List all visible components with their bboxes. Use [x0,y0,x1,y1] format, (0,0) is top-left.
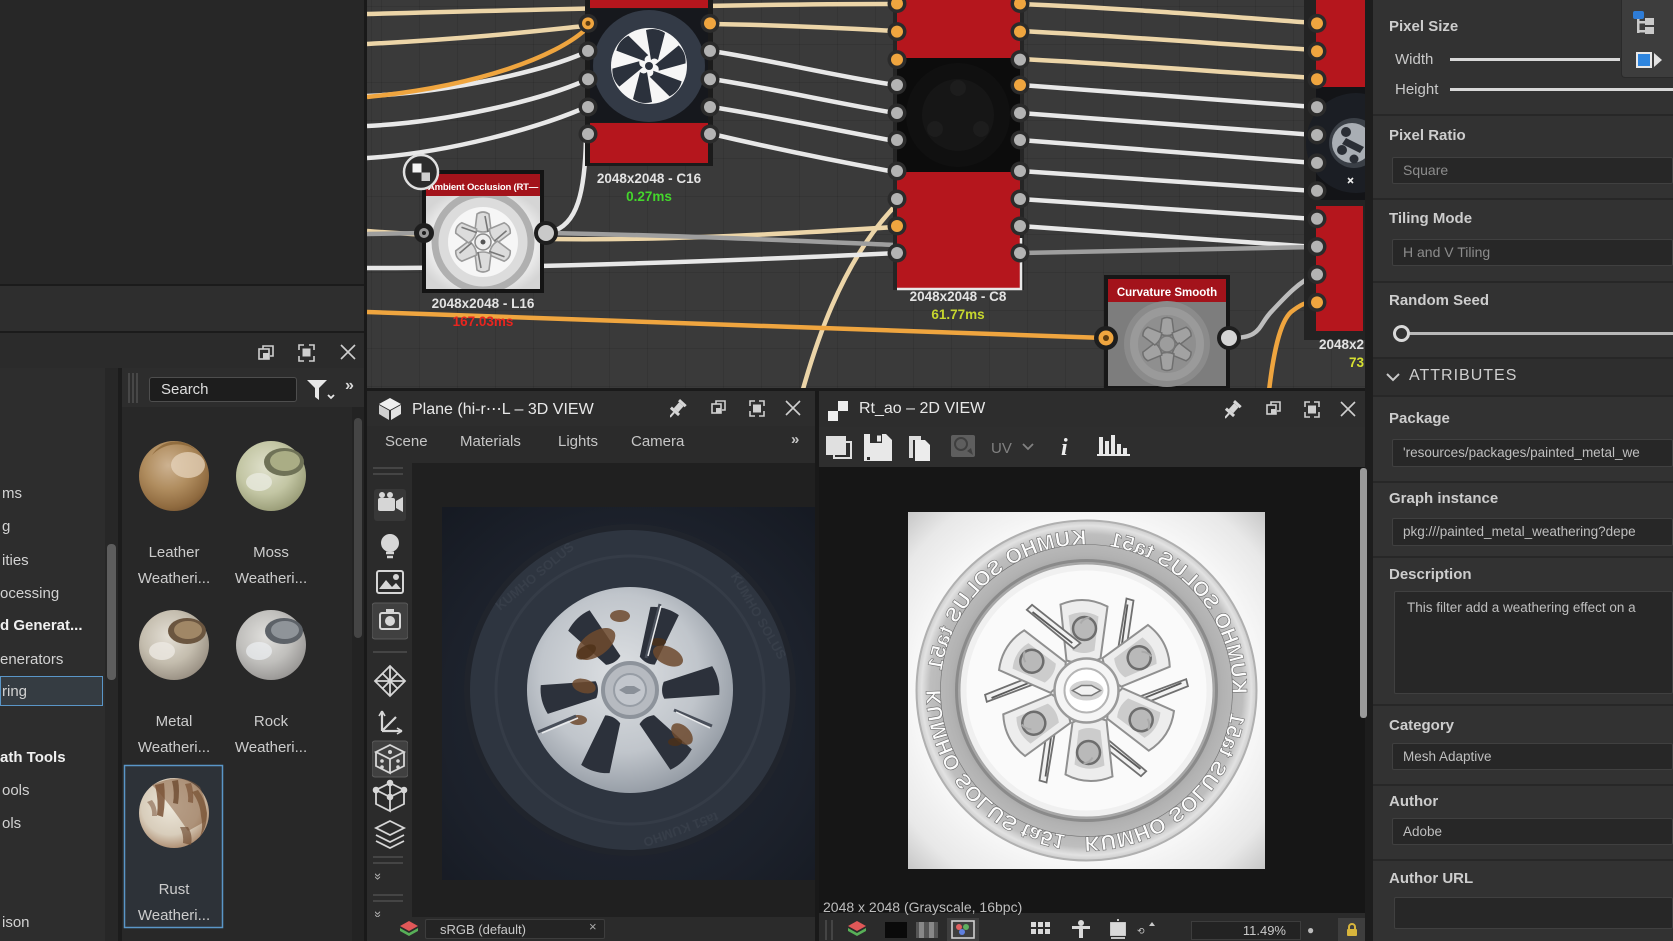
svg-text:Weatheri...: Weatheri... [235,570,307,587]
svg-text:Ambient Occlusion (RT—: Ambient Occlusion (RT— [428,182,539,193]
svg-text:2048x2048 - L16: 2048x2048 - L16 [432,296,535,311]
svg-text:Weatheri...: Weatheri... [138,739,210,756]
svg-text:167.03ms: 167.03ms [453,314,514,329]
svg-text:Weatheri...: Weatheri... [138,907,210,924]
svg-text:Metal: Metal [156,713,193,730]
svg-text:Rust: Rust [159,881,191,898]
svg-text:⟲: ⟲ [1137,926,1145,936]
svg-text:UV: UV [991,440,1012,457]
svg-text:Weatheri...: Weatheri... [138,570,210,587]
svg-text:Leather: Leather [149,544,200,561]
svg-text:i: i [1061,435,1068,461]
svg-text:Curvature Smooth: Curvature Smooth [1117,287,1217,299]
svg-text:Rock: Rock [254,713,289,730]
svg-text:61.77ms: 61.77ms [931,307,984,322]
svg-text:Moss: Moss [253,544,289,561]
svg-text:2048x2048 - C8: 2048x2048 - C8 [910,289,1007,304]
svg-text:73: 73 [1349,355,1365,370]
svg-text:Weatheri...: Weatheri... [235,739,307,756]
svg-text:2048x2: 2048x2 [1319,337,1364,352]
svg-text:2048x2048 - C16: 2048x2048 - C16 [597,171,702,186]
svg-text:0.27ms: 0.27ms [626,189,672,204]
